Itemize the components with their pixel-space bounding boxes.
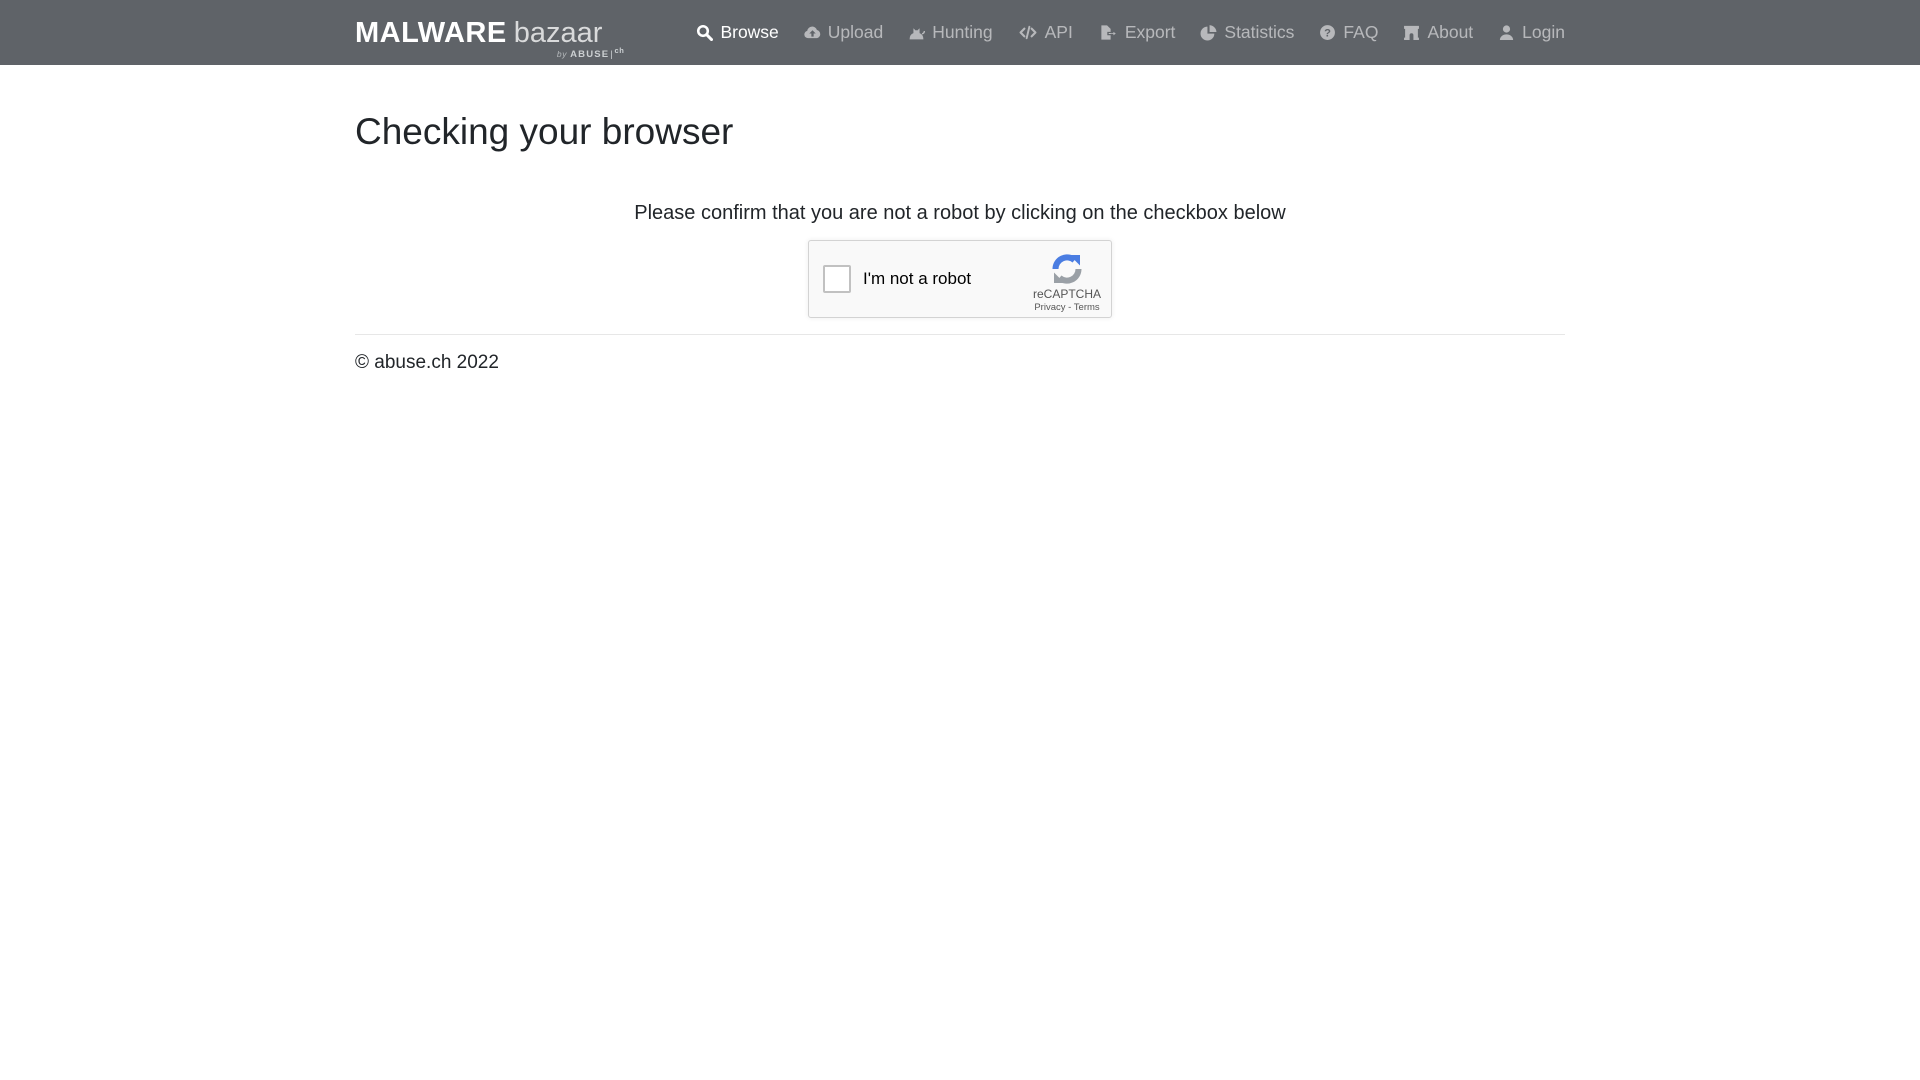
nav-label: Login (1522, 24, 1565, 42)
nav-label: Upload (828, 24, 883, 42)
recaptcha-logo-icon (1030, 253, 1104, 285)
user-icon (1498, 24, 1515, 41)
nav-item-about[interactable]: About (1403, 24, 1473, 42)
nav-label: Export (1125, 24, 1176, 42)
captcha-row: I'm not a robot reCAPTCHA Privacy - Term… (355, 240, 1565, 318)
nav-item-api[interactable]: API (1018, 24, 1073, 42)
cat-icon (908, 24, 925, 41)
brand-tagline-by: by (557, 49, 567, 59)
cloud-upload-icon (804, 24, 821, 41)
file-export-icon (1098, 24, 1118, 41)
recaptcha-brand-text: reCAPTCHA (1030, 288, 1104, 300)
recaptcha-privacy-link[interactable]: Privacy (1034, 302, 1065, 313)
recaptcha-widget: I'm not a robot reCAPTCHA Privacy - Term… (808, 240, 1112, 318)
nav-item-faq[interactable]: ? FAQ (1319, 24, 1378, 42)
nav-label: About (1427, 24, 1473, 42)
search-icon (696, 24, 713, 41)
archway-icon (1403, 24, 1420, 41)
footer-divider (355, 334, 1565, 335)
nav-item-browse[interactable]: Browse (696, 24, 778, 42)
nav-item-export[interactable]: Export (1098, 24, 1176, 42)
chart-pie-icon (1200, 24, 1217, 41)
brand-tagline-org: ABUSE (570, 49, 609, 60)
svg-text:?: ? (1325, 27, 1332, 39)
nav-label: Hunting (932, 24, 992, 42)
recaptcha-links: Privacy - Terms (1030, 303, 1104, 313)
nav-item-hunting[interactable]: Hunting (908, 24, 992, 42)
top-navbar: MALWAREbazaar byABUSE|ch Browse Upload (0, 0, 1920, 65)
recaptcha-checkbox-label: I'm not a robot (863, 269, 971, 289)
code-icon (1018, 24, 1038, 41)
brand-logo[interactable]: MALWAREbazaar byABUSE|ch (355, 17, 602, 48)
question-circle-icon: ? (1319, 24, 1336, 41)
main-navigation: Browse Upload Hunting (696, 24, 1565, 42)
brand-tagline: byABUSE|ch (557, 47, 624, 60)
nav-item-statistics[interactable]: Statistics (1200, 24, 1294, 42)
brand-primary: MALWARE (355, 17, 507, 49)
nav-label: FAQ (1343, 24, 1378, 42)
brand-tagline-bar: | (610, 49, 613, 60)
brand-secondary: bazaar (514, 17, 603, 49)
recaptcha-branding: reCAPTCHA Privacy - Terms (1030, 246, 1104, 313)
nav-label: API (1045, 24, 1073, 42)
recaptcha-terms-link[interactable]: Terms (1074, 302, 1100, 313)
recaptcha-links-separator: - (1068, 302, 1071, 313)
nav-label: Browse (720, 24, 778, 42)
nav-item-login[interactable]: Login (1498, 24, 1565, 42)
brand-tagline-tld: ch (614, 46, 624, 55)
instruction-text: Please confirm that you are not a robot … (355, 202, 1565, 225)
nav-label: Statistics (1224, 24, 1294, 42)
recaptcha-checkbox[interactable] (823, 265, 851, 293)
nav-item-upload[interactable]: Upload (804, 24, 883, 42)
main-content: Checking your browser Please confirm tha… (355, 110, 1565, 374)
footer-copyright: © abuse.ch 2022 (355, 352, 1565, 374)
page-title: Checking your browser (355, 110, 1565, 154)
